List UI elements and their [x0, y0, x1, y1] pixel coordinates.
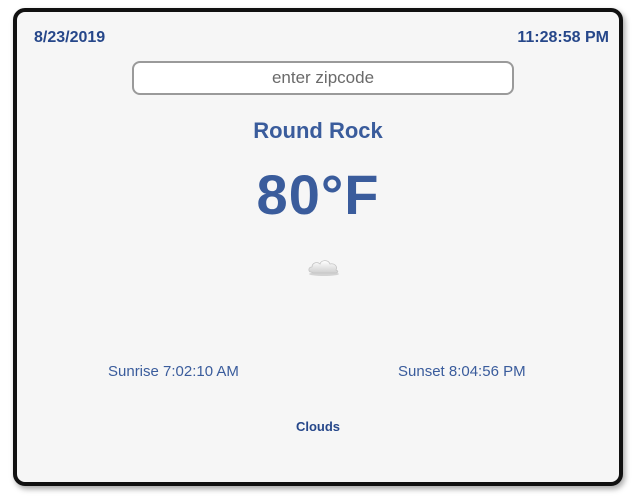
city-name: Round Rock — [253, 118, 383, 143]
sunset-time: Sunset 8:04:56 PM — [398, 363, 526, 380]
sunrise-time: Sunrise 7:02:10 AM — [108, 363, 239, 380]
weather-conditions: Clouds — [295, 419, 341, 434]
app-window: 8/23/2019 11:28:58 PM Round Rock 80°F Su… — [13, 8, 623, 486]
current-time: 11:28:58 PM — [517, 29, 609, 46]
device-screen: 8/23/2019 11:28:58 PM Round Rock 80°F Su… — [0, 0, 640, 498]
current-date: 8/23/2019 — [34, 29, 106, 46]
zipcode-input[interactable] — [132, 61, 514, 95]
temperature-readout: 80°F — [256, 163, 380, 226]
cloud-icon — [306, 255, 342, 277]
